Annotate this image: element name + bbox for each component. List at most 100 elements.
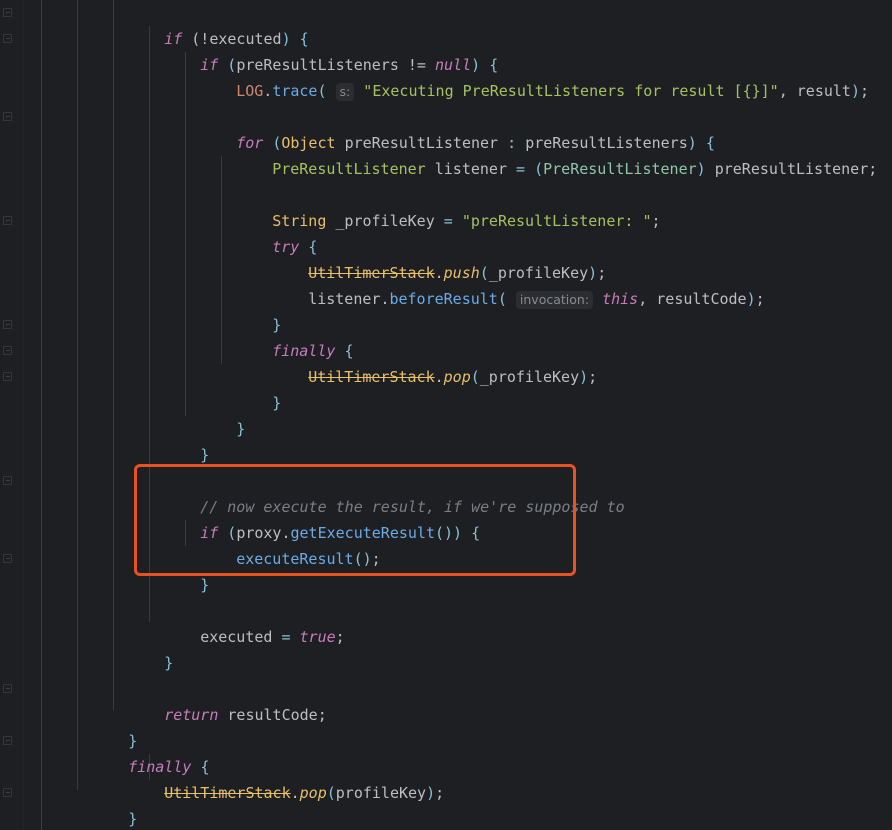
punctuation [435,212,444,230]
class-cast-pre-result-listener: PreResultListener [543,160,697,178]
code-line[interactable]: UtilTimerStack.pop(_profileKey); [0,338,597,386]
code-line[interactable]: UtilTimerStack.pop(profileKey); [0,754,444,802]
keyword-this: this [602,290,639,308]
inlay-hint-s[interactable]: s: [335,83,355,101]
punctuation [706,160,715,178]
identifier-profile-key-local: _profileKey [479,368,580,386]
string-executing: "Executing PreResultListeners for result… [363,82,779,100]
punctuation [507,290,516,308]
code-line[interactable]: return resultCode; [0,676,327,724]
punctuation-close-brace: } [272,394,282,412]
punctuation: ( [470,368,480,386]
punctuation: , [778,82,797,100]
punctuation [453,212,462,230]
identifier-result: result [796,82,851,100]
code-line[interactable]: } [0,546,209,594]
operator-assign: = [516,160,526,178]
identifier-executed: executed [200,628,273,646]
punctuation-close-brace: } [200,576,210,594]
identifier-result-code: resultCode [227,706,318,724]
code-line[interactable]: } [0,286,281,334]
punctuation: () [353,550,372,568]
code-line[interactable]: } [0,702,137,750]
punctuation-close-brace: } [236,420,246,438]
identifier-pre-result-listener: preResultListener [714,160,869,178]
code-line[interactable]: finally { [0,728,209,776]
code-content[interactable]: if (!executed) { if (preResultListeners … [0,0,892,830]
code-line[interactable]: } [0,390,245,438]
punctuation: ; [588,368,598,386]
operator-assign: = [443,212,453,230]
punctuation: { [471,524,481,542]
punctuation: . [290,784,300,802]
code-line[interactable]: } [0,416,209,464]
punctuation-close-brace: } [128,810,138,828]
punctuation: ()) [435,524,463,542]
code-line[interactable]: } [0,780,137,828]
punctuation: ( [317,82,327,100]
method-execute-result: executeResult [236,550,354,568]
punctuation: ; [317,706,327,724]
punctuation: ; [755,290,765,308]
punctuation [525,160,534,178]
class-pre-result-listener: PreResultListener [272,160,426,178]
identifier-result-code: resultCode [656,290,747,308]
punctuation-close-brace: } [164,654,174,672]
punctuation: ) [696,160,706,178]
punctuation: . [263,82,273,100]
operator [507,160,516,178]
deprecated-class-util-timer-stack: UtilTimerStack [164,784,291,802]
punctuation: ( [534,160,544,178]
method-pop: pop [299,784,327,802]
punctuation: ; [335,628,345,646]
code-line[interactable]: for (Object preResultListener : preResul… [0,104,715,152]
punctuation: ) [746,290,756,308]
code-line[interactable]: try { [0,208,317,256]
punctuation [462,524,471,542]
punctuation [327,82,336,100]
code-line[interactable]: executeResult(); [0,520,381,568]
code-line[interactable]: } [0,624,173,672]
punctuation: ( [497,290,507,308]
punctuation: ; [371,550,381,568]
punctuation [593,290,602,308]
code-line[interactable]: finally { [0,312,353,360]
identifier-listener: listener [308,290,381,308]
punctuation [354,82,363,100]
method-pop: pop [443,368,471,386]
string-pre-result-listener: "preResultListener: " [461,212,652,230]
punctuation [291,628,300,646]
code-line[interactable]: String _profileKey = "preResultListener:… [0,182,660,230]
punctuation-close-brace: } [200,446,210,464]
method-trace: trace [272,82,318,100]
code-line[interactable]: PreResultListener listener = (PreResultL… [0,130,877,178]
punctuation: ) [579,368,589,386]
code-line[interactable]: if (proxy.getExecuteResult()) { [0,494,480,542]
code-line[interactable]: if (!executed) { [0,0,309,48]
code-editor[interactable]: if (!executed) { if (preResultListeners … [0,0,892,830]
code-line[interactable]: executed = true; [0,598,345,646]
keyword-return: return [164,706,219,724]
punctuation: ; [868,160,878,178]
punctuation: ) [426,784,436,802]
punctuation [426,160,435,178]
identifier-profile-key-local: _profileKey [335,212,435,230]
operator-assign: = [281,628,291,646]
code-line[interactable]: LOG.trace( s: "Executing PreResultListen… [0,52,869,101]
punctuation: ; [435,784,445,802]
punctuation: ; [860,82,870,100]
code-line[interactable]: if (preResultListeners != null) { [0,26,498,74]
punctuation: ; [651,212,661,230]
code-line[interactable]: } [0,364,281,412]
code-line[interactable]: UtilTimerStack.push(_profileKey); [0,234,606,282]
code-line[interactable]: // now execute the result, if we're supp… [0,468,624,516]
code-line[interactable]: } [0,806,101,830]
identifier-profile-key: profileKey [335,784,427,802]
code-line[interactable]: listener.beforeResult( invocation: this,… [0,260,765,309]
keyword-true: true [299,628,336,646]
constant-log: LOG [236,82,264,100]
identifier-listener: listener [434,160,507,178]
inlay-hint-invocation[interactable]: invocation: [515,291,594,309]
deprecated-class-util-timer-stack: UtilTimerStack [308,368,435,386]
punctuation: ) [850,82,860,100]
